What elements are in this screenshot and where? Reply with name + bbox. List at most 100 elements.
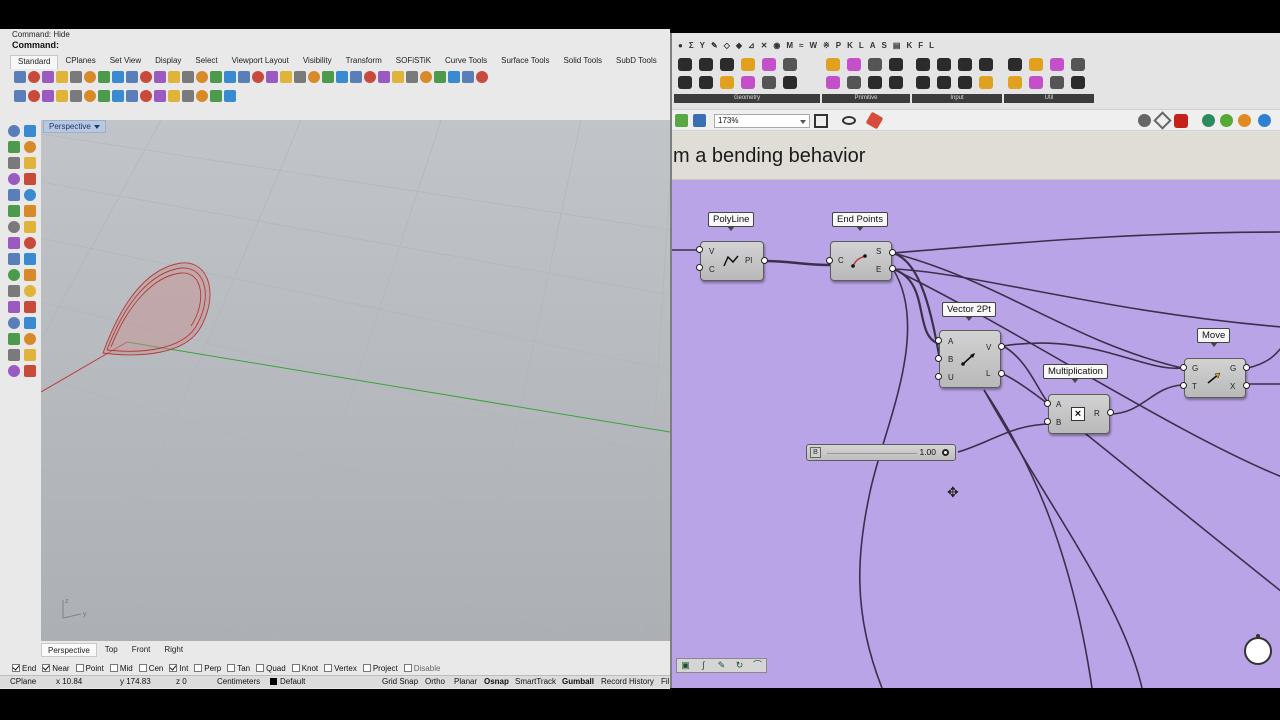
bake-icon[interactable] xyxy=(1202,114,1215,127)
grasshopper-canvas[interactable]: m a bending behavior PolyLine V C Pl End… xyxy=(672,132,1280,688)
component-icon[interactable] xyxy=(1071,76,1085,89)
component-icon[interactable] xyxy=(1008,76,1022,89)
tab-visibility[interactable]: Visibility xyxy=(296,55,339,69)
osnap-vertex[interactable]: Vertex xyxy=(324,662,357,674)
perspective-viewport[interactable]: z y Perspective xyxy=(41,120,670,641)
side-tool-icon[interactable] xyxy=(8,365,20,377)
command-prompt[interactable]: Command: xyxy=(12,40,59,50)
record-history-toggle[interactable]: Record History xyxy=(601,677,654,686)
port-dot[interactable] xyxy=(761,257,768,264)
toolbar-tool-icon[interactable] xyxy=(462,71,474,83)
graph-widget-icon[interactable]: ⌒ xyxy=(749,659,766,672)
toolbar-tool-icon[interactable] xyxy=(126,71,138,83)
toolbar-tool-icon[interactable] xyxy=(126,90,138,102)
side-tool-icon[interactable] xyxy=(24,349,36,361)
toolbar-tool-icon[interactable] xyxy=(70,90,82,102)
slider-grip[interactable]: B xyxy=(810,447,821,458)
toolbar-tool-icon[interactable] xyxy=(98,71,110,83)
side-tool-icon[interactable] xyxy=(8,269,20,281)
slider-track[interactable] xyxy=(827,453,917,454)
component-tab[interactable]: ◉ xyxy=(773,41,780,50)
component-icon[interactable] xyxy=(958,58,972,71)
port-dot[interactable] xyxy=(696,264,703,271)
toolbar-tool-icon[interactable] xyxy=(168,71,180,83)
endpoints-component[interactable]: C S E xyxy=(830,241,892,281)
component-icon[interactable] xyxy=(699,76,713,89)
port-dot[interactable] xyxy=(1180,364,1187,371)
toolbar-tool-icon[interactable] xyxy=(406,71,418,83)
toolbar-tool-icon[interactable] xyxy=(168,90,180,102)
toolbar-tool-icon[interactable] xyxy=(378,71,390,83)
toolbar-tool-icon[interactable] xyxy=(224,71,236,83)
side-tool-icon[interactable] xyxy=(24,285,36,297)
side-tool-icon[interactable] xyxy=(24,365,36,377)
preview-off-icon[interactable] xyxy=(1174,114,1188,128)
toolbar-tool-icon[interactable] xyxy=(196,71,208,83)
component-icon[interactable] xyxy=(720,76,734,89)
filter-toggle[interactable]: Fil xyxy=(661,677,669,686)
toolbar-tool-icon[interactable] xyxy=(14,90,26,102)
toolbar-tool-icon[interactable] xyxy=(14,71,26,83)
view-tab-right[interactable]: Right xyxy=(158,643,189,657)
port-dot[interactable] xyxy=(889,265,896,272)
component-icon[interactable] xyxy=(1050,76,1064,89)
side-tool-icon[interactable] xyxy=(8,205,20,217)
osnap-perp[interactable]: Perp xyxy=(194,662,221,674)
port-dot[interactable] xyxy=(889,249,896,256)
toolbar-tool-icon[interactable] xyxy=(280,71,292,83)
component-tab[interactable]: S xyxy=(882,41,887,50)
tab-solid-tools[interactable]: Solid Tools xyxy=(556,55,609,69)
port-dot[interactable] xyxy=(935,373,942,380)
osnap-cen[interactable]: Cen xyxy=(138,662,163,674)
component-tab[interactable]: P xyxy=(836,41,841,50)
osnap-disable[interactable]: Disable xyxy=(403,662,440,674)
toolbar-tool-icon[interactable] xyxy=(154,90,166,102)
toolbar-tool-icon[interactable] xyxy=(476,71,488,83)
osnap-toggle[interactable]: Osnap xyxy=(484,677,509,686)
toolbar-tool-icon[interactable] xyxy=(84,90,96,102)
side-tool-icon[interactable] xyxy=(24,253,36,265)
component-tab[interactable]: Σ xyxy=(689,41,694,50)
port-dot[interactable] xyxy=(696,246,703,253)
osnap-int[interactable]: Int xyxy=(169,662,188,674)
component-tab[interactable]: ◆ xyxy=(736,41,742,50)
checkbox[interactable] xyxy=(194,664,203,672)
component-icon[interactable] xyxy=(826,76,840,89)
toolbar-tool-icon[interactable] xyxy=(112,90,124,102)
component-icon[interactable] xyxy=(783,76,797,89)
component-icon[interactable] xyxy=(741,58,755,71)
port-dot[interactable] xyxy=(998,370,1005,377)
component-icon[interactable] xyxy=(826,58,840,71)
toolbar-tool-icon[interactable] xyxy=(56,71,68,83)
side-tool-icon[interactable] xyxy=(8,189,20,201)
side-tool-icon[interactable] xyxy=(8,317,20,329)
toolbar-tool-icon[interactable] xyxy=(448,71,460,83)
tab-standard[interactable]: Standard xyxy=(10,55,59,69)
checkbox[interactable] xyxy=(138,664,147,672)
tab-set-view[interactable]: Set View xyxy=(103,55,148,69)
component-tab[interactable]: L xyxy=(859,41,864,50)
component-icon[interactable] xyxy=(1008,58,1022,71)
component-tab[interactable]: W xyxy=(809,41,817,50)
component-icon[interactable] xyxy=(958,76,972,89)
component-tab[interactable]: M xyxy=(786,41,793,50)
component-icon[interactable] xyxy=(847,58,861,71)
side-tool-icon[interactable] xyxy=(24,173,36,185)
component-tab[interactable]: K xyxy=(906,41,912,50)
loop-widget-icon[interactable]: ↻ xyxy=(731,659,748,672)
toolbar-tool-icon[interactable] xyxy=(336,71,348,83)
toolbar-tool-icon[interactable] xyxy=(28,71,40,83)
component-tab[interactable]: L xyxy=(929,41,934,50)
tab-transform[interactable]: Transform xyxy=(339,55,389,69)
sketch-pen-icon[interactable] xyxy=(865,111,884,130)
checkbox[interactable] xyxy=(403,664,412,672)
toolbar-tool-icon[interactable] xyxy=(154,71,166,83)
side-tool-icon[interactable] xyxy=(24,141,36,153)
component-tab[interactable]: ● xyxy=(678,41,683,50)
osnap-quad[interactable]: Quad xyxy=(256,662,286,674)
side-tool-icon[interactable] xyxy=(24,301,36,313)
component-tab[interactable]: ≈ xyxy=(799,41,803,50)
component-icon[interactable] xyxy=(916,76,930,89)
port-dot[interactable] xyxy=(935,355,942,362)
side-tool-icon[interactable] xyxy=(8,141,20,153)
